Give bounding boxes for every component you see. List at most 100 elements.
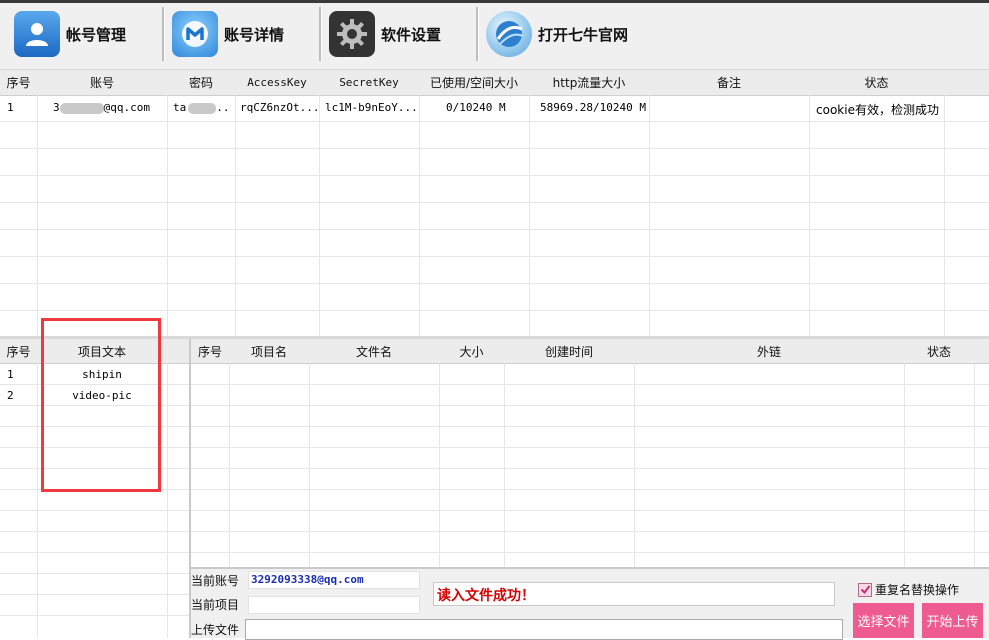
grid-line xyxy=(0,531,189,532)
upload-file-input[interactable] xyxy=(245,619,843,640)
row-secretkey: lc1M-b9nEoY... xyxy=(325,101,418,114)
account-details-label: 账号详情 xyxy=(224,25,285,44)
grid-line xyxy=(0,148,989,149)
project-index: 1 xyxy=(7,368,14,381)
grid-line xyxy=(0,256,989,257)
checkmark-icon xyxy=(860,585,870,595)
row-index: 1 xyxy=(7,101,14,114)
upload-panel: 当前账号 3292093338@qq.com 当前项目 上传文件 读入文件成功！… xyxy=(191,569,989,640)
col-file-name[interactable]: 文件名 xyxy=(309,339,439,363)
grid-line xyxy=(634,363,635,567)
redaction-blur xyxy=(188,102,217,114)
row-status: cookie有效，检测成功 xyxy=(816,103,939,117)
gear-icon xyxy=(329,11,375,57)
software-settings-label: 软件设置 xyxy=(381,25,442,44)
start-upload-button[interactable]: 开始上传 xyxy=(922,603,983,638)
col-index[interactable]: 序号 xyxy=(191,339,229,363)
current-project-field xyxy=(248,596,420,614)
grid-line xyxy=(191,510,989,511)
grid-line xyxy=(0,229,989,230)
col-password[interactable]: 密码 xyxy=(167,70,235,95)
highlight-box xyxy=(41,318,161,492)
current-account-value: 3292093338@qq.com xyxy=(251,573,364,586)
row-account: 3 @qq.com xyxy=(53,101,150,114)
col-external-link[interactable]: 外链 xyxy=(634,339,904,363)
grid-line xyxy=(191,552,989,553)
col-size[interactable]: 大小 xyxy=(439,339,504,363)
grid-line xyxy=(0,573,189,574)
grid-line xyxy=(504,363,505,567)
grid-line xyxy=(191,468,989,469)
col-accesskey[interactable]: AccessKey xyxy=(235,70,319,95)
status-message-box: 读入文件成功！ xyxy=(433,582,835,606)
col-status[interactable]: 状态 xyxy=(809,70,944,95)
status-message: 读入文件成功！ xyxy=(437,588,535,604)
grid-line xyxy=(0,310,989,311)
grid-line xyxy=(191,405,989,406)
grid-line xyxy=(944,95,945,336)
row-account-prefix: 3 xyxy=(53,101,60,114)
col-project-name[interactable]: 项目名 xyxy=(229,339,309,363)
col-secretkey[interactable]: SecretKey xyxy=(319,70,419,95)
open-qiniu-site-button[interactable]: 打开七牛官网 xyxy=(486,9,628,59)
current-account-label: 当前账号 xyxy=(191,574,240,588)
col-index[interactable]: 序号 xyxy=(0,339,37,363)
account-management-label: 帐号管理 xyxy=(66,25,127,44)
user-icon xyxy=(14,11,60,57)
col-created-time[interactable]: 创建时间 xyxy=(504,339,634,363)
grid-line xyxy=(0,175,989,176)
grid-line xyxy=(235,95,236,336)
grid-line xyxy=(319,95,320,336)
col-usage[interactable]: 已使用/空间大小 xyxy=(419,70,529,95)
select-file-button[interactable]: 选择文件 xyxy=(853,603,914,638)
overwrite-label: 重复名替换操作 xyxy=(875,583,960,597)
grid-line xyxy=(0,202,989,203)
upload-file-label: 上传文件 xyxy=(191,623,240,637)
redaction-blur xyxy=(59,102,104,114)
software-settings-button[interactable]: 软件设置 xyxy=(329,9,441,59)
overwrite-checkbox-row[interactable]: 重复名替换操作 xyxy=(858,581,959,598)
grid-line xyxy=(191,447,989,448)
grid-line xyxy=(229,363,230,567)
account-management-button[interactable]: 帐号管理 xyxy=(14,9,126,59)
toolbar-separator xyxy=(162,7,165,61)
overwrite-checkbox[interactable] xyxy=(858,582,872,597)
account-table-header: 序号 账号 密码 AccessKey SecretKey 已使用/空间大小 ht… xyxy=(0,70,989,96)
grid-line xyxy=(0,121,989,122)
col-traffic[interactable]: http流量大小 xyxy=(529,70,649,95)
grid-line xyxy=(37,95,38,336)
grid-line xyxy=(0,615,189,616)
row-password-prefix: ta xyxy=(173,101,187,114)
row-password-suffix: .. xyxy=(216,101,230,114)
grid-line xyxy=(0,283,989,284)
grid-line xyxy=(191,489,989,490)
grid-line xyxy=(529,95,530,336)
account-details-button[interactable]: 账号详情 xyxy=(172,9,284,59)
col-index[interactable]: 序号 xyxy=(0,70,37,95)
grid-line xyxy=(167,95,168,336)
col-status[interactable]: 状态 xyxy=(904,339,974,363)
toolbar-separator xyxy=(319,7,322,61)
toolbar-separator xyxy=(476,7,479,61)
grid-line xyxy=(419,95,420,336)
grid-line xyxy=(191,384,989,385)
col-note[interactable]: 备注 xyxy=(649,70,809,95)
row-accesskey: rqCZ6nzOt... xyxy=(240,101,318,114)
grid-line xyxy=(0,552,189,553)
grid-line xyxy=(649,95,650,336)
open-qiniu-site-label: 打开七牛官网 xyxy=(538,25,629,44)
row-account-suffix: @qq.com xyxy=(103,101,150,114)
grid-line xyxy=(309,363,310,567)
grid-line xyxy=(0,594,189,595)
row-usage: 0/10240 M xyxy=(446,101,506,114)
browser-icon xyxy=(172,11,218,57)
globe-icon xyxy=(486,11,532,57)
row-traffic: 58969.28/10240 M xyxy=(540,101,646,114)
current-account-field: 3292093338@qq.com xyxy=(248,571,420,589)
file-table-header: 序号 项目名 文件名 大小 创建时间 外链 状态 xyxy=(191,339,989,364)
col-account[interactable]: 账号 xyxy=(37,70,167,95)
toolbar: 帐号管理 账号详情 软件设置 打开七牛官网 xyxy=(0,3,989,70)
grid-line xyxy=(439,363,440,567)
grid-line xyxy=(191,531,989,532)
project-index: 2 xyxy=(7,389,14,402)
